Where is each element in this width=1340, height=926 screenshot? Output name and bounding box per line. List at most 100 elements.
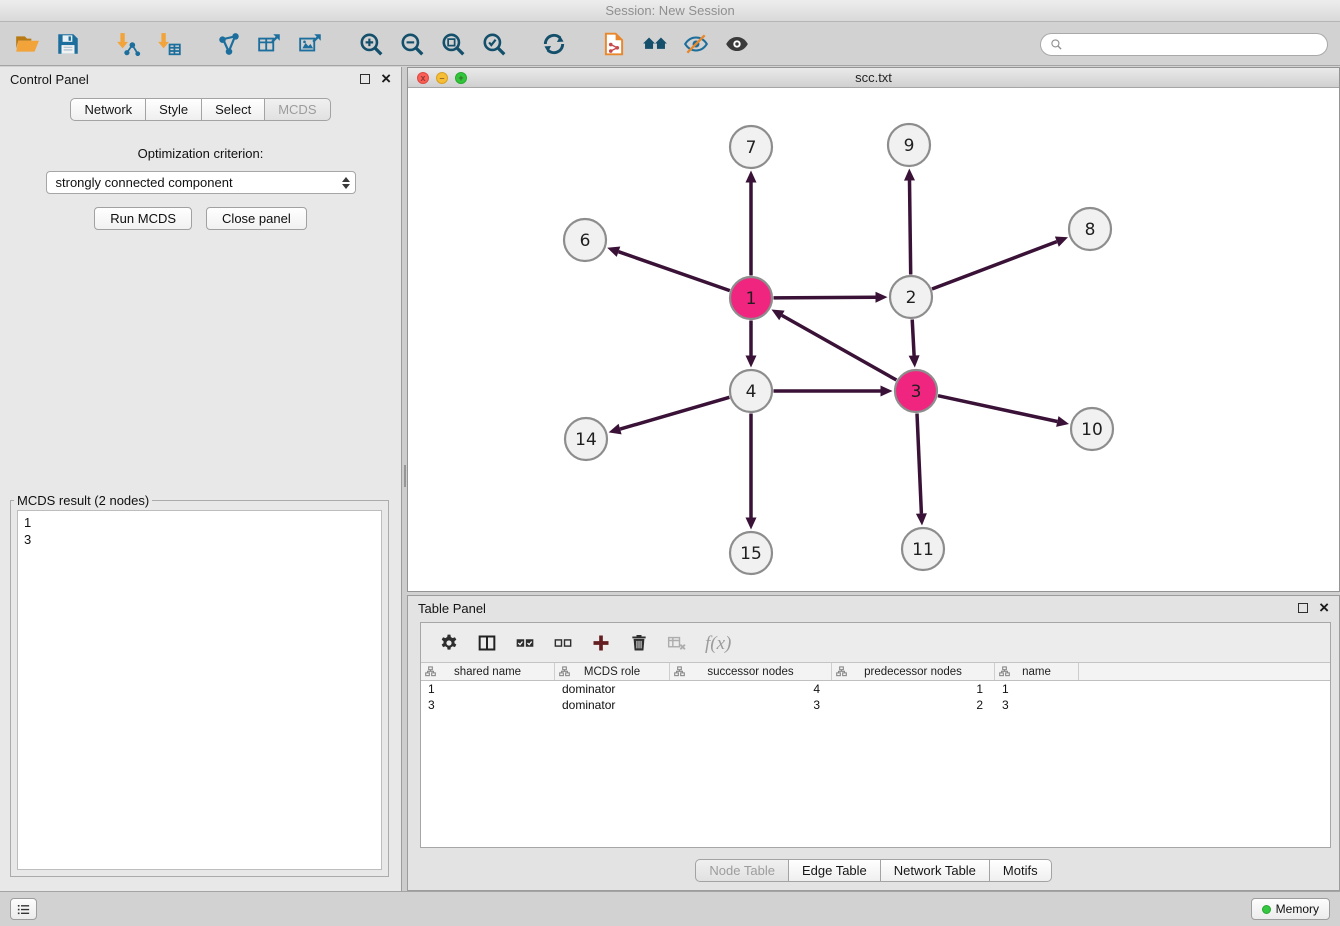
tab-network[interactable]: Network: [70, 98, 146, 121]
node-7[interactable]: 7: [730, 126, 772, 168]
tab-mcds[interactable]: MCDS: [265, 98, 330, 121]
network-canvas[interactable]: 7 9 6 8 1 2 4 3 14 10 15 11: [408, 89, 1339, 591]
show-details-button[interactable]: [720, 27, 754, 61]
mcds-result-line: 3: [24, 531, 375, 548]
delete-columns-button[interactable]: [623, 628, 655, 658]
table-tab-node-table[interactable]: Node Table: [695, 859, 789, 882]
node-14[interactable]: 14: [565, 418, 607, 460]
float-panel-icon[interactable]: [360, 74, 370, 84]
node-11[interactable]: 11: [902, 528, 944, 570]
search-field[interactable]: [1040, 33, 1328, 56]
node-9[interactable]: 9: [888, 124, 930, 166]
cell-name[interactable]: 1: [995, 681, 1079, 697]
table-settings-button[interactable]: [433, 628, 465, 658]
node-3[interactable]: 3: [895, 370, 937, 412]
zoom-fit-button[interactable]: [436, 27, 470, 61]
cell-name[interactable]: 3: [995, 697, 1079, 713]
plus-icon: [591, 633, 611, 653]
column-header-name[interactable]: name: [995, 663, 1079, 680]
memory-button[interactable]: Memory: [1251, 898, 1330, 920]
zoom-selected-button[interactable]: [477, 27, 511, 61]
toggle-details-button[interactable]: [679, 27, 713, 61]
edge-4-14[interactable]: [609, 397, 730, 434]
edge-2-8[interactable]: [932, 237, 1068, 290]
table-row[interactable]: 3dominator323: [421, 697, 1330, 713]
zoom-out-button[interactable]: [395, 27, 429, 61]
close-table-panel-icon[interactable]: ×: [1319, 603, 1329, 613]
cell-successor-nodes[interactable]: 3: [670, 697, 832, 713]
float-table-panel-icon[interactable]: [1298, 603, 1308, 613]
cell-successor-nodes[interactable]: 4: [670, 681, 832, 697]
criterion-select[interactable]: strongly connected component: [46, 171, 356, 194]
zoom-out-icon: [399, 31, 425, 57]
zoom-selected-icon: [481, 31, 507, 57]
edge-3-1[interactable]: [772, 310, 897, 381]
column-header-empty: [1079, 663, 1330, 680]
close-panel-button[interactable]: Close panel: [206, 207, 307, 230]
node-4[interactable]: 4: [730, 370, 772, 412]
edge-4-15[interactable]: [746, 414, 757, 530]
run-mcds-button[interactable]: Run MCDS: [94, 207, 192, 230]
window-minimize-icon[interactable]: –: [436, 72, 448, 84]
node-6[interactable]: 6: [564, 219, 606, 261]
cell-predecessor-nodes[interactable]: 2: [832, 697, 995, 713]
deselect-all-rows-button[interactable]: [547, 628, 579, 658]
new-network-button[interactable]: [212, 27, 246, 61]
edge-1-7[interactable]: [746, 171, 757, 276]
open-cyndex-button[interactable]: [597, 27, 631, 61]
node-10[interactable]: 10: [1071, 408, 1113, 450]
edge-1-6[interactable]: [607, 247, 730, 291]
import-network-button[interactable]: [111, 27, 145, 61]
select-all-rows-button[interactable]: [509, 628, 541, 658]
column-header-successor-nodes[interactable]: successor nodes: [670, 663, 832, 680]
table-tab-motifs[interactable]: Motifs: [990, 859, 1052, 882]
save-session-button[interactable]: [51, 27, 85, 61]
edge-3-10[interactable]: [938, 396, 1069, 427]
edge-3-11[interactable]: [916, 414, 927, 526]
export-table-button[interactable]: [253, 27, 287, 61]
tab-style[interactable]: Style: [146, 98, 202, 121]
function-builder-button: f(x): [699, 628, 731, 658]
export-image-button[interactable]: [294, 27, 328, 61]
close-panel-icon[interactable]: ×: [381, 74, 391, 84]
edge-1-2[interactable]: [774, 292, 888, 303]
show-panels-button[interactable]: [10, 898, 37, 920]
node-15[interactable]: 15: [730, 532, 772, 574]
column-edit-icon: [559, 666, 570, 677]
table-tab-network-table[interactable]: Network Table: [881, 859, 990, 882]
edge-2-9[interactable]: [904, 169, 915, 275]
column-header-shared-name[interactable]: shared name: [421, 663, 555, 680]
mcds-result-line: 1: [24, 514, 375, 531]
refresh-icon: [541, 31, 567, 57]
cell-predecessor-nodes[interactable]: 1: [832, 681, 995, 697]
node-8[interactable]: 8: [1069, 208, 1111, 250]
mcds-result-list[interactable]: 13: [17, 510, 382, 870]
cell-shared-name[interactable]: 1: [421, 681, 555, 697]
edge-1-4[interactable]: [746, 321, 757, 368]
column-header-predecessor-nodes[interactable]: predecessor nodes: [832, 663, 995, 680]
table-tab-edge-table[interactable]: Edge Table: [789, 859, 881, 882]
show-columns-button[interactable]: [471, 628, 503, 658]
memory-button-label: Memory: [1276, 902, 1319, 916]
tab-select[interactable]: Select: [202, 98, 265, 121]
cell-mcds-role[interactable]: dominator: [555, 697, 670, 713]
zoom-in-button[interactable]: [354, 27, 388, 61]
mcds-result-title: MCDS result (2 nodes): [14, 493, 152, 508]
cell-mcds-role[interactable]: dominator: [555, 681, 670, 697]
apply-layout-button[interactable]: [537, 27, 571, 61]
edge-2-3[interactable]: [909, 320, 920, 368]
search-input[interactable]: [1068, 37, 1318, 51]
window-maximize-icon[interactable]: +: [455, 72, 467, 84]
column-header-mcds-role[interactable]: MCDS role: [555, 663, 670, 680]
table-row[interactable]: 1dominator411: [421, 681, 1330, 697]
create-new-column-button[interactable]: [585, 628, 617, 658]
ndex-home-button[interactable]: [638, 27, 672, 61]
cell-shared-name[interactable]: 3: [421, 697, 555, 713]
node-1[interactable]: 1: [730, 277, 772, 319]
node-2[interactable]: 2: [890, 276, 932, 318]
edge-4-3[interactable]: [774, 386, 893, 397]
select-all-icon: [515, 633, 535, 653]
open-session-button[interactable]: [10, 27, 44, 61]
import-table-button[interactable]: [152, 27, 186, 61]
window-close-icon[interactable]: x: [417, 72, 429, 84]
